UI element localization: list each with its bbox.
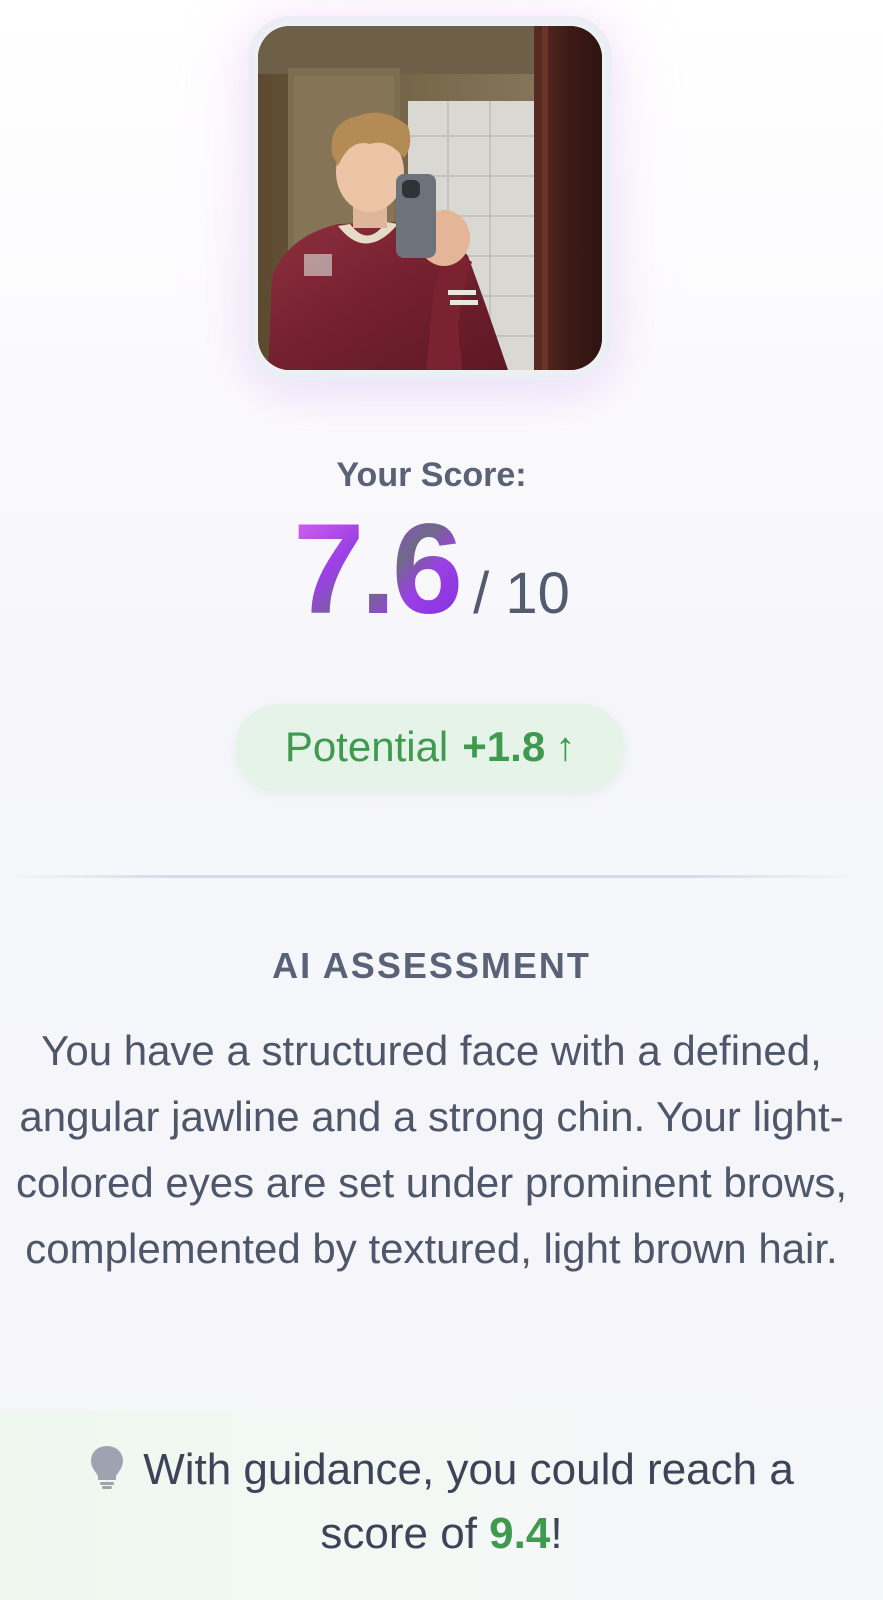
selfie-image bbox=[258, 26, 602, 370]
assessment-title: AI ASSESSMENT bbox=[272, 945, 591, 986]
lightbulb-icon bbox=[91, 1446, 124, 1489]
score-display: 7.6/ 10 bbox=[0, 506, 863, 634]
potential-badge: Potential +1.8 ↑ bbox=[236, 704, 624, 790]
goal-score: 9.4 bbox=[489, 1509, 551, 1558]
guidance-text-before: With guidance, you could reach a score o… bbox=[143, 1445, 794, 1558]
profile-photo-card bbox=[254, 22, 606, 374]
potential-delta: +1.8 bbox=[462, 723, 546, 770]
score-max: / 10 bbox=[473, 561, 570, 626]
section-divider bbox=[0, 875, 863, 878]
score-label: Your Score: bbox=[336, 456, 527, 494]
guidance-banner: With guidance, you could reach a score o… bbox=[0, 1410, 883, 1600]
profile-photo bbox=[258, 26, 602, 370]
potential-label: Potential bbox=[284, 723, 449, 770]
guidance-message: With guidance, you could reach a score o… bbox=[40, 1438, 843, 1566]
score-value: 7.6 bbox=[293, 498, 463, 641]
assessment-text: You have a structured face with a define… bbox=[15, 1027, 848, 1272]
arrow-up-icon: ↑ bbox=[555, 724, 576, 769]
guidance-text-after: ! bbox=[550, 1509, 563, 1558]
